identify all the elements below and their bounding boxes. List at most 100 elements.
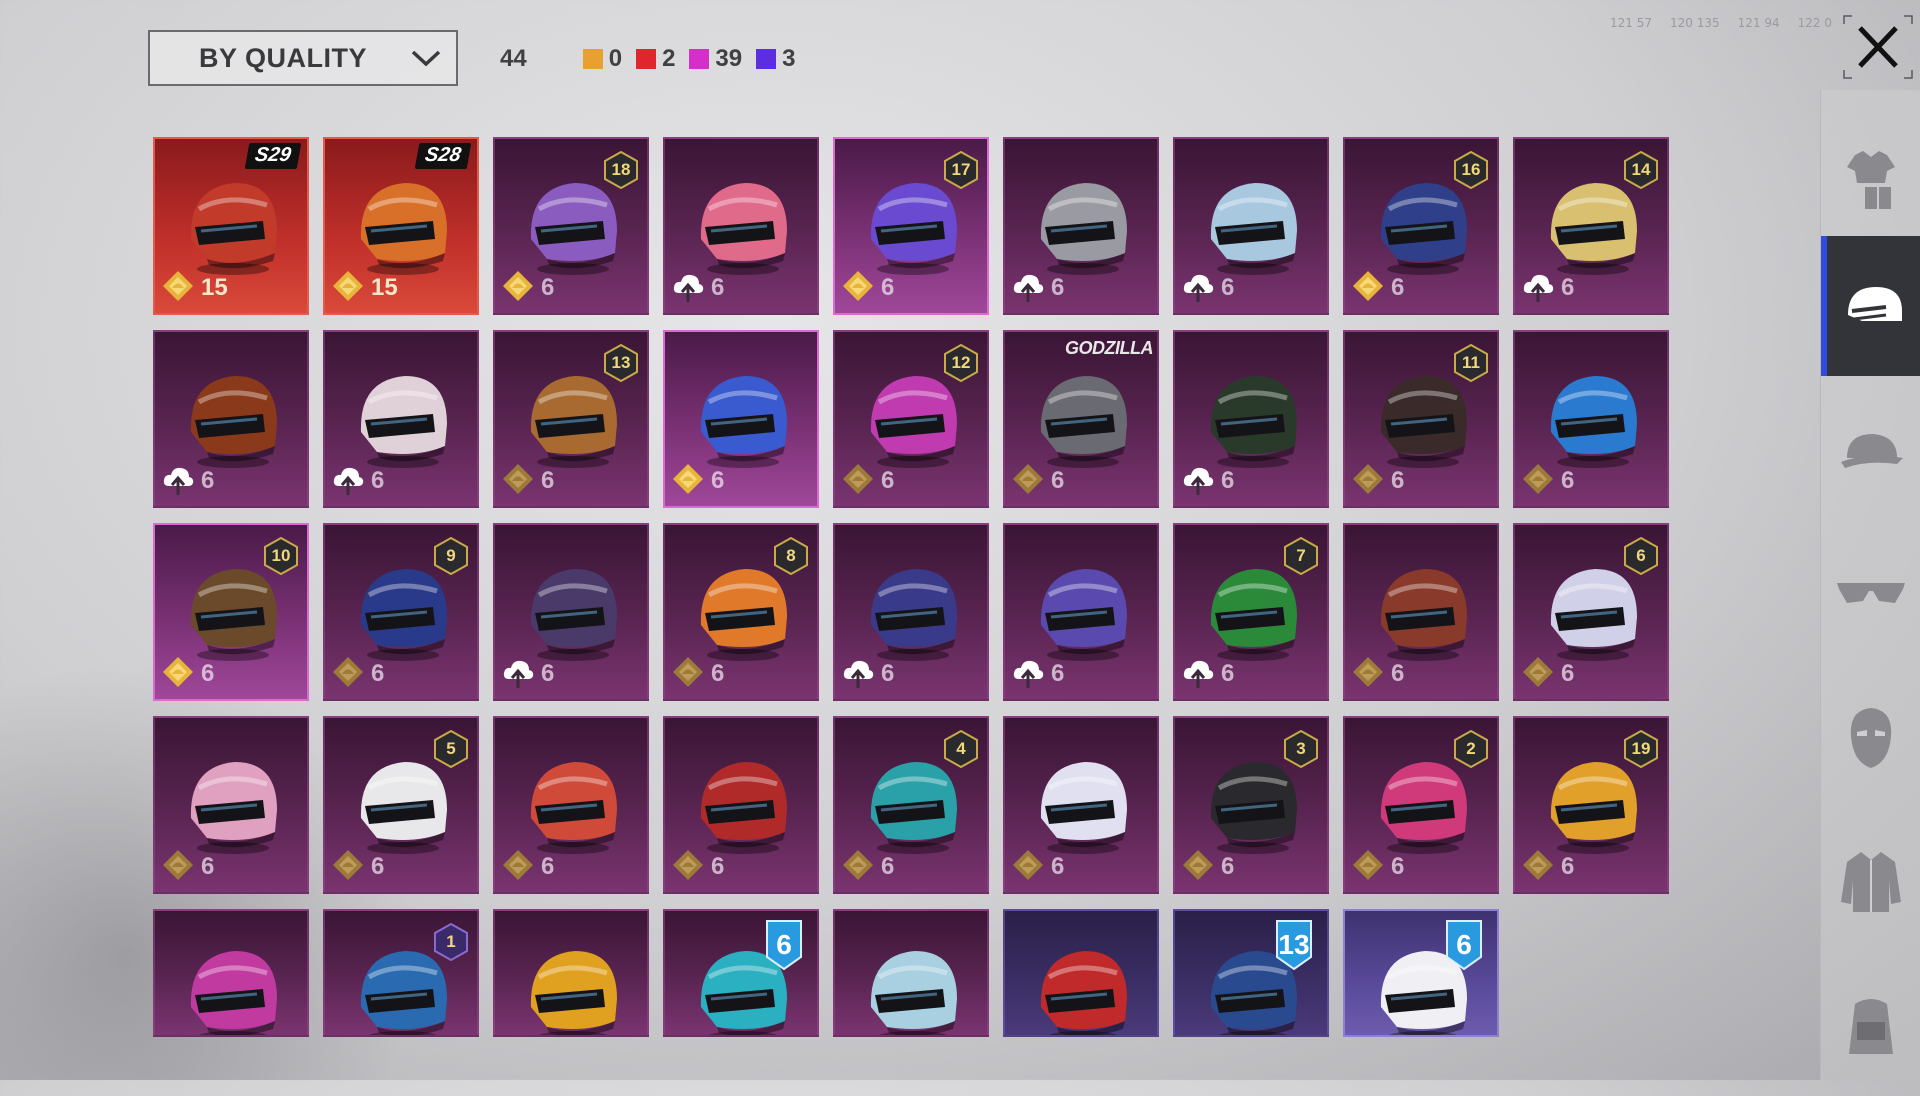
item-card[interactable]: 6 — [493, 523, 649, 701]
item-card[interactable]: 46 — [833, 716, 989, 894]
upgrade-cloud-icon — [1011, 655, 1045, 693]
item-footer: 6 — [331, 655, 384, 693]
level-badge: 3 — [1283, 729, 1319, 769]
item-card[interactable] — [833, 909, 989, 1037]
item-card[interactable]: 86 — [663, 523, 819, 701]
item-count: 6 — [711, 467, 725, 494]
item-card[interactable]: S28 15 — [323, 137, 479, 315]
item-card[interactable]: 14 6 — [1513, 137, 1669, 315]
item-card[interactable]: 6 — [663, 137, 819, 315]
item-card[interactable]: 26 — [1343, 716, 1499, 894]
item-card[interactable]: 96 — [323, 523, 479, 701]
bronze-emblem-icon — [501, 848, 535, 886]
item-card[interactable]: 6 — [833, 523, 989, 701]
item-card[interactable]: 6 — [1003, 137, 1159, 315]
item-card[interactable]: 6 — [1173, 330, 1329, 508]
item-footer: 6 — [841, 848, 894, 886]
bronze-emblem-icon — [331, 848, 365, 886]
level-badge: 16 — [1453, 150, 1489, 190]
item-footer: 6 — [161, 655, 214, 693]
sidebar-item-helmet[interactable] — [1821, 236, 1920, 376]
item-card[interactable]: 1 — [323, 909, 479, 1037]
item-card[interactable]: 19 6 — [1513, 716, 1669, 894]
item-card[interactable]: 76 — [1173, 523, 1329, 701]
item-footer: 6 — [1011, 269, 1064, 307]
item-count: 6 — [1561, 660, 1575, 687]
item-card[interactable]: 6 — [493, 716, 649, 894]
item-count: 6 — [881, 853, 895, 880]
item-count: 6 — [541, 274, 555, 301]
item-card[interactable]: 6 — [1513, 330, 1669, 508]
item-footer: 6 — [671, 848, 724, 886]
item-card[interactable] — [1003, 909, 1159, 1037]
bronze-emblem-icon — [841, 462, 875, 500]
item-card[interactable]: 6 — [153, 330, 309, 508]
item-card[interactable]: 6 — [1003, 716, 1159, 894]
status-item: 122 0 — [1797, 16, 1832, 30]
sidebar-item-hat[interactable] — [1821, 380, 1920, 520]
bronze-emblem-icon — [1351, 655, 1385, 693]
item-count: 6 — [201, 467, 215, 494]
item-footer: 6 — [1351, 655, 1404, 693]
level-badge: 9 — [433, 536, 469, 576]
item-card[interactable]: 56 — [323, 716, 479, 894]
item-count: 6 — [1221, 467, 1235, 494]
item-count: 6 — [1561, 274, 1575, 301]
item-footer: 6 — [1181, 655, 1234, 693]
close-icon — [1843, 15, 1913, 79]
item-footer: 6 — [1011, 655, 1064, 693]
item-card[interactable]: 36 — [1173, 716, 1329, 894]
item-card[interactable]: 17 6 — [833, 137, 989, 315]
item-card[interactable]: 6 — [1343, 523, 1499, 701]
level-badge: 17 — [943, 150, 979, 190]
sort-label: BY QUALITY — [198, 42, 367, 73]
sidebar-item-outfit[interactable] — [1821, 110, 1920, 250]
item-card[interactable]: 6 — [153, 716, 309, 894]
quality-count-orange: 0 — [582, 45, 623, 73]
item-count: 6 — [1391, 274, 1405, 301]
item-card[interactable]: 6 — [1173, 137, 1329, 315]
item-footer: 15 — [331, 269, 398, 307]
item-card[interactable]: 6 — [663, 909, 819, 1037]
sidebar-item-mask[interactable] — [1821, 668, 1920, 808]
item-card[interactable]: 13 6 — [493, 330, 649, 508]
item-card[interactable]: 6 — [1343, 909, 1499, 1037]
sidebar-item-glasses[interactable] — [1821, 524, 1920, 664]
item-footer: 6 — [1011, 462, 1064, 500]
item-footer: 15 — [161, 269, 228, 307]
level-badge: 19 — [1623, 729, 1659, 769]
item-count: 6 — [541, 853, 555, 880]
sidebar-item-jacket[interactable] — [1821, 812, 1920, 952]
item-card[interactable]: 18 6 — [493, 137, 649, 315]
level-badge: 12 — [943, 343, 979, 383]
sort-dropdown[interactable]: BY QUALITY — [148, 30, 458, 86]
item-card[interactable]: 11 6 — [1343, 330, 1499, 508]
level-badge: 1 — [433, 922, 469, 962]
item-card[interactable]: GODZILLA 6 — [1003, 330, 1159, 508]
item-card[interactable]: 10 6 — [153, 523, 309, 701]
item-card[interactable]: 13 — [1173, 909, 1329, 1037]
item-card[interactable]: 6 — [1003, 523, 1159, 701]
item-card[interactable]: 66 — [1513, 523, 1669, 701]
item-card[interactable]: 12 6 — [833, 330, 989, 508]
close-button[interactable] — [1842, 14, 1914, 80]
item-footer: 6 — [1521, 462, 1574, 500]
item-count: 6 — [711, 660, 725, 687]
item-card[interactable]: 6 — [663, 330, 819, 508]
item-card[interactable]: S29 15 — [153, 137, 309, 315]
item-card[interactable] — [493, 909, 649, 1037]
item-card[interactable]: 6 — [323, 330, 479, 508]
count-value: 0 — [608, 45, 623, 72]
bronze-emblem-icon — [671, 848, 705, 886]
cap-icon — [1841, 434, 1903, 468]
helmet-icon — [1848, 287, 1902, 321]
bronze-emblem-icon — [161, 848, 195, 886]
sidebar-item-backpack[interactable] — [1821, 956, 1920, 1096]
item-card[interactable] — [153, 909, 309, 1037]
item-footer: 6 — [331, 462, 384, 500]
item-card[interactable]: 6 — [663, 716, 819, 894]
upgrade-cloud-icon — [1521, 269, 1555, 307]
upgrade-cloud-icon — [1181, 462, 1215, 500]
item-card[interactable]: 16 6 — [1343, 137, 1499, 315]
level-badge: 7 — [1283, 536, 1319, 576]
